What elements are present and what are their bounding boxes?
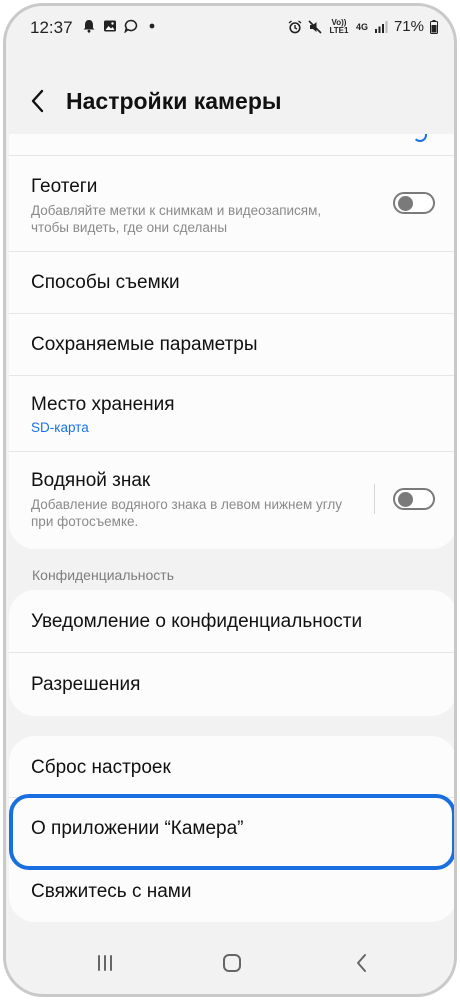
battery-percent: 71% xyxy=(393,18,424,35)
alarm-icon xyxy=(288,19,302,33)
back-icon[interactable] xyxy=(351,952,373,974)
dot-icon xyxy=(149,23,155,29)
scrolled-divider xyxy=(9,134,454,156)
setting-storage-location-label: Место хранения xyxy=(31,394,175,415)
setting-storage-location[interactable]: Место хранения SD-карта xyxy=(9,376,454,452)
home-icon[interactable] xyxy=(221,952,243,974)
recent-apps-icon[interactable] xyxy=(94,952,116,974)
mute-icon xyxy=(308,19,322,34)
status-time: 12:37 xyxy=(30,18,73,37)
setting-permissions[interactable]: Разрешения xyxy=(9,653,454,716)
setting-contact-us-label: Свяжитесь с нами xyxy=(31,881,192,902)
setting-shooting-methods-label: Способы съемки xyxy=(31,272,180,293)
app-header: Настройки камеры xyxy=(6,76,454,128)
network-type: 4G xyxy=(355,21,368,32)
status-bar: 12:37 Vo)) LTE1 4G 71% xyxy=(6,6,454,46)
settings-card-general: Геотеги Добавляйте метки к снимкам и вид… xyxy=(9,134,454,549)
setting-permissions-label: Разрешения xyxy=(31,674,141,695)
phone-screen: 12:37 Vo)) LTE1 4G 71% Настройки камеры … xyxy=(3,3,457,997)
setting-reset-label: Сброс настроек xyxy=(31,757,171,778)
volte-icon: Vo)) LTE1 xyxy=(329,17,349,35)
divider xyxy=(374,484,375,514)
setting-geotags-label: Геотеги xyxy=(31,176,98,197)
setting-geotags[interactable]: Геотеги Добавляйте метки к снимкам и вид… xyxy=(9,156,454,252)
geotags-toggle[interactable] xyxy=(393,192,435,214)
battery-icon xyxy=(430,19,438,34)
section-header-privacy: Конфиденциальность xyxy=(32,567,175,583)
chat-bubble-icon xyxy=(124,19,138,33)
navigation-bar xyxy=(6,934,454,994)
setting-reset[interactable]: Сброс настроек xyxy=(9,736,454,798)
setting-saved-parameters-label: Сохраняемые параметры xyxy=(31,334,258,355)
setting-saved-parameters[interactable]: Сохраняемые параметры xyxy=(9,314,454,376)
notification-bell-icon xyxy=(83,20,95,33)
setting-geotags-description: Добавляйте метки к снимкам и видеозапися… xyxy=(31,203,322,235)
signal-icon xyxy=(374,20,388,33)
image-icon xyxy=(104,20,116,32)
settings-card-privacy: Уведомление о конфиденциальности Разреше… xyxy=(9,590,454,716)
page-title: Настройки камеры xyxy=(66,88,282,114)
watermark-toggle[interactable] xyxy=(393,488,435,510)
setting-privacy-notice-label: Уведомление о конфиденциальности xyxy=(31,611,363,632)
setting-shooting-methods[interactable]: Способы съемки xyxy=(9,252,454,314)
setting-watermark[interactable]: Водяной знак Добавление водяного знака в… xyxy=(9,452,454,548)
chevron-left-icon[interactable] xyxy=(26,86,52,116)
setting-privacy-notice[interactable]: Уведомление о конфиденциальности xyxy=(9,590,454,653)
highlight-frame xyxy=(9,794,454,870)
setting-storage-location-value: SD-карта xyxy=(31,420,89,435)
